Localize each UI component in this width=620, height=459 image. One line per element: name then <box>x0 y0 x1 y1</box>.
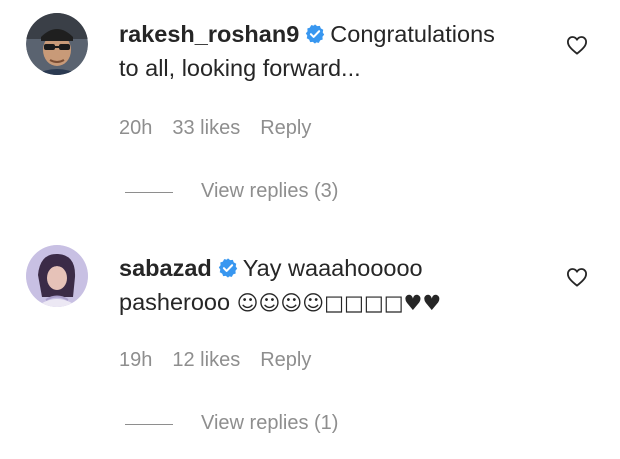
heart-outline-icon[interactable] <box>566 267 588 287</box>
comment-text-word: pasherooo <box>119 289 231 315</box>
comment-text-line2: to all, looking forward... <box>119 55 361 81</box>
comment-body: sabazad Yay waaahooooo pasherooo ☺☺☺☺□□□□… <box>119 251 549 320</box>
avatar[interactable] <box>26 13 88 75</box>
comment-likes[interactable]: 12 likes <box>172 349 240 371</box>
comment-time[interactable]: 19h <box>119 349 152 371</box>
reply-button[interactable]: Reply <box>260 117 311 139</box>
comment-username[interactable]: sabazad <box>119 255 212 281</box>
view-replies-button[interactable]: View replies (1) <box>201 412 338 435</box>
reply-button[interactable]: Reply <box>260 349 311 371</box>
comment-meta: 20h 33 likes Reply <box>119 117 331 140</box>
avatar-image <box>26 13 88 75</box>
avatar-image <box>26 245 88 307</box>
comment-emoji: ☺☺☺☺□□□□♥♥ <box>236 291 442 315</box>
avatar[interactable] <box>26 245 88 307</box>
comment-likes[interactable]: 33 likes <box>172 117 240 139</box>
verified-badge-icon <box>218 258 237 278</box>
comment-time[interactable]: 20h <box>119 117 152 139</box>
comment-text-line1: Congratulations <box>330 21 495 47</box>
heart-outline-icon[interactable] <box>566 35 588 55</box>
verified-badge-icon <box>306 24 325 44</box>
comment-body: rakesh_roshan9 Congratulations to all, lo… <box>119 17 549 85</box>
replies-divider <box>125 424 173 425</box>
replies-divider <box>125 192 173 193</box>
comment-text-line1: Yay waaahooooo <box>242 255 423 281</box>
comment-username[interactable]: rakesh_roshan9 <box>119 21 299 47</box>
view-replies-button[interactable]: View replies (3) <box>201 180 338 203</box>
comment-meta: 19h 12 likes Reply <box>119 349 331 372</box>
